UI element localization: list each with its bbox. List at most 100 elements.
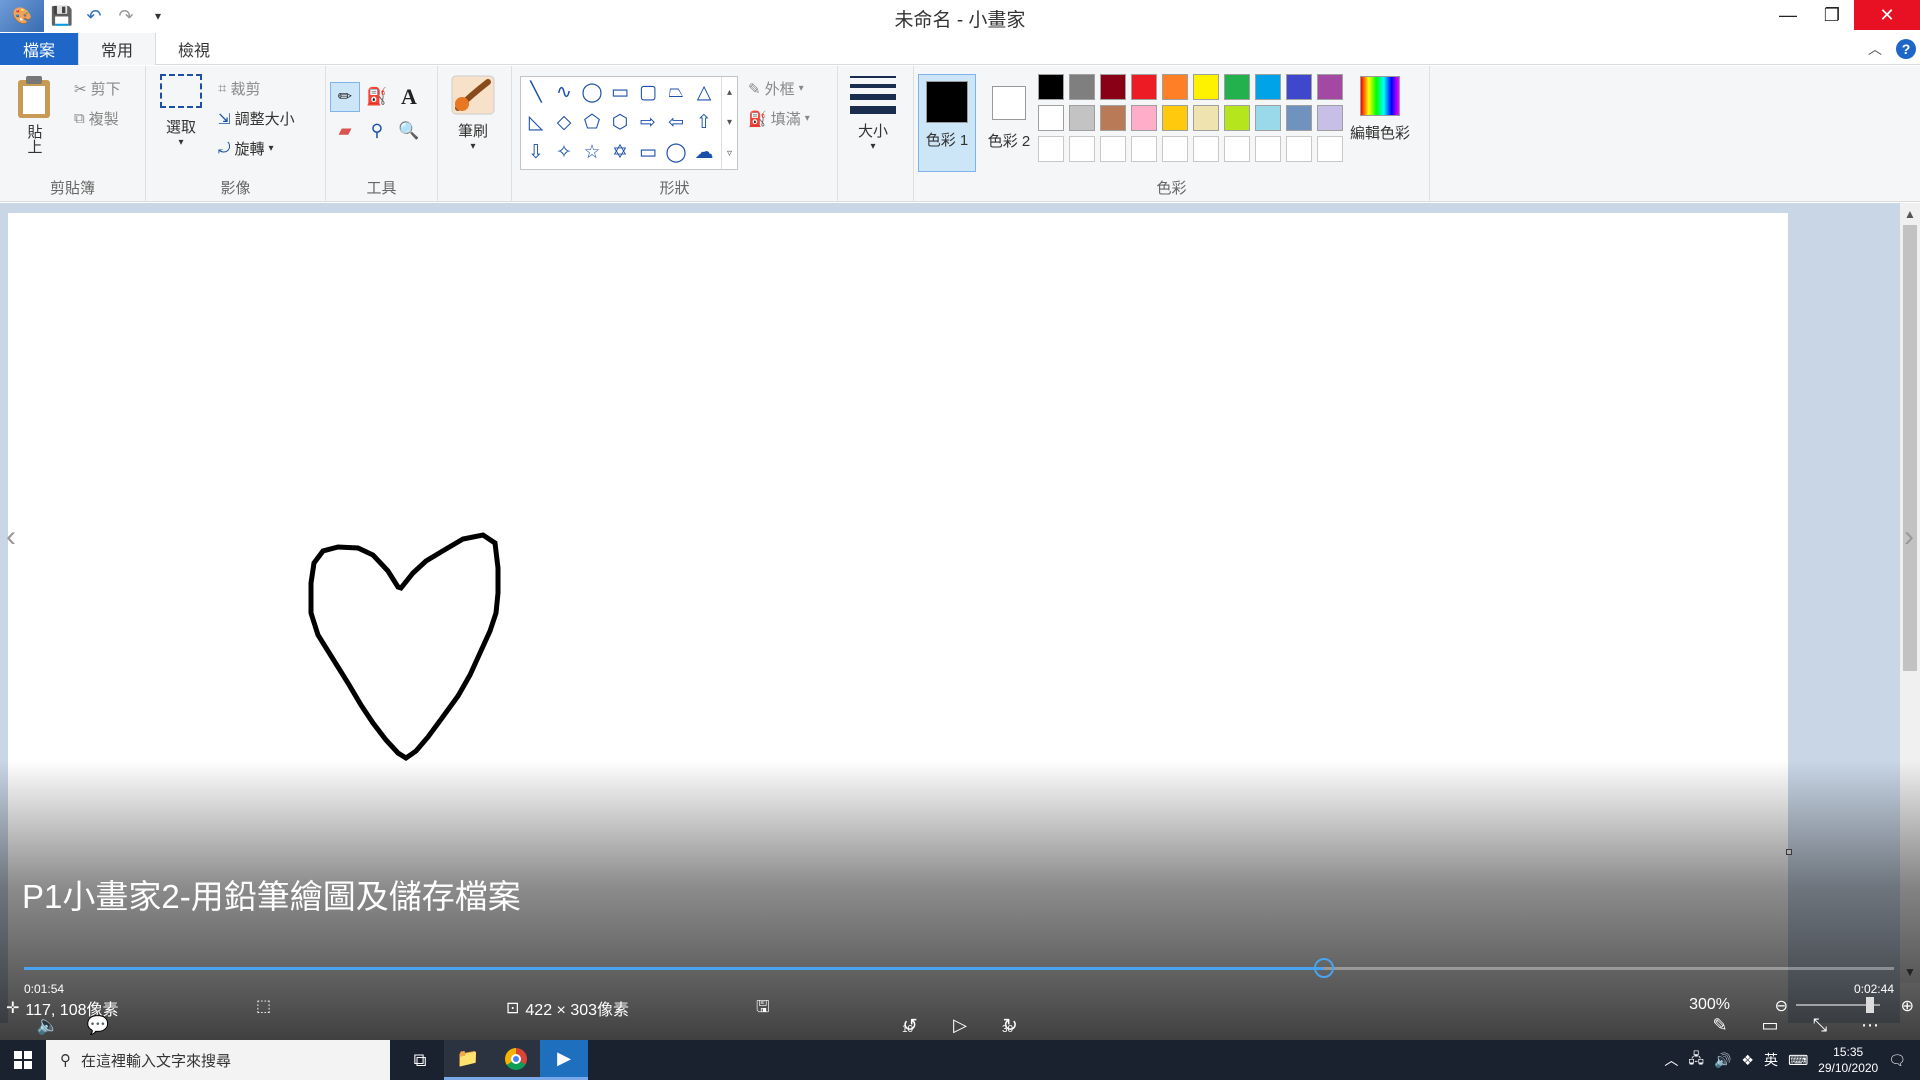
minimize-view-icon[interactable]: ⤡ bbox=[1806, 1012, 1834, 1038]
palette-swatch[interactable] bbox=[1224, 136, 1250, 162]
cut-button[interactable]: ✂ 剪下 bbox=[74, 78, 121, 99]
chrome-icon[interactable] bbox=[492, 1040, 540, 1080]
next-chevron-icon[interactable]: › bbox=[1904, 520, 1914, 554]
cast-icon[interactable]: ▭ bbox=[1756, 1012, 1784, 1038]
palette-swatch[interactable] bbox=[1255, 105, 1281, 131]
resize-button[interactable]: ⇲ 調整大小 bbox=[218, 108, 295, 129]
size-button[interactable]: 大小 ▾ bbox=[850, 76, 896, 152]
palette-swatch[interactable] bbox=[1162, 136, 1188, 162]
tab-file[interactable]: 檔案 bbox=[0, 33, 78, 65]
oval-shape-icon[interactable]: ◯ bbox=[579, 79, 605, 105]
palette-swatch[interactable] bbox=[1224, 105, 1250, 131]
pencil-icon[interactable]: ✏ bbox=[330, 82, 360, 112]
edit-pen-icon[interactable]: ✎ bbox=[1706, 1012, 1734, 1038]
redo-icon[interactable]: ↷ bbox=[112, 2, 140, 30]
palette-swatch[interactable] bbox=[1131, 136, 1157, 162]
palette-swatch[interactable] bbox=[1131, 105, 1157, 131]
tray-chevron-icon[interactable]: ︿ bbox=[1664, 1050, 1678, 1070]
tab-view[interactable]: 檢視 bbox=[156, 33, 232, 65]
notifications-icon[interactable]: 🗨 bbox=[1888, 1052, 1906, 1069]
dropbox-icon[interactable]: ❖ bbox=[1741, 1052, 1754, 1069]
palette-swatch[interactable] bbox=[1317, 105, 1343, 131]
task-view-icon[interactable]: ⧉ bbox=[396, 1040, 444, 1080]
cloud-callout-shape-icon[interactable]: ☁ bbox=[691, 139, 717, 165]
four-point-star-shape-icon[interactable]: ✧ bbox=[551, 139, 577, 165]
file-explorer-icon[interactable]: 📁 bbox=[444, 1040, 492, 1080]
palette-swatch[interactable] bbox=[1162, 105, 1188, 131]
palette-swatch[interactable] bbox=[1255, 74, 1281, 100]
fill-bucket-icon[interactable]: ⛽ bbox=[362, 82, 392, 112]
clock[interactable]: 15:35 29/10/2020 bbox=[1818, 1044, 1878, 1076]
restore-button[interactable]: ❐ bbox=[1810, 0, 1854, 30]
scroll-up-arrow-icon[interactable]: ▲ bbox=[1900, 205, 1920, 223]
palette-swatch[interactable] bbox=[1038, 105, 1064, 131]
palette-swatch[interactable] bbox=[1224, 74, 1250, 100]
eraser-icon[interactable]: ▰ bbox=[330, 116, 360, 146]
media-player-icon[interactable]: ▶ bbox=[540, 1040, 588, 1080]
oval-callout-shape-icon[interactable]: ◯ bbox=[663, 139, 689, 165]
palette-swatch[interactable] bbox=[1131, 74, 1157, 100]
palette-swatch[interactable] bbox=[1038, 136, 1064, 162]
collapse-ribbon-icon[interactable]: ︿ bbox=[1868, 39, 1882, 59]
more-options-icon[interactable]: ⋯ bbox=[1856, 1012, 1884, 1038]
video-progress-knob[interactable] bbox=[1313, 958, 1334, 978]
palette-swatch[interactable] bbox=[1286, 136, 1312, 162]
palette-swatch[interactable] bbox=[1317, 136, 1343, 162]
palette-swatch[interactable] bbox=[1286, 105, 1312, 131]
fill-button[interactable]: ⛽ 填滿 ▾ bbox=[748, 108, 810, 129]
palette-swatch[interactable] bbox=[1100, 105, 1126, 131]
curve-shape-icon[interactable]: ∿ bbox=[551, 79, 577, 105]
close-button[interactable]: ✕ bbox=[1854, 0, 1920, 30]
captions-icon[interactable]: 💬 bbox=[84, 1012, 112, 1038]
palette-swatch[interactable] bbox=[1100, 74, 1126, 100]
palette-swatch[interactable] bbox=[1069, 74, 1095, 100]
play-button[interactable]: ▷ bbox=[946, 1012, 974, 1038]
color-picker-icon[interactable]: ⚲ bbox=[362, 116, 392, 146]
undo-icon[interactable]: ↶ bbox=[80, 2, 108, 30]
scrollbar-thumb[interactable] bbox=[1903, 225, 1917, 671]
palette-swatch[interactable] bbox=[1069, 105, 1095, 131]
rect-callout-shape-icon[interactable]: ▭ bbox=[635, 139, 661, 165]
palette-swatch[interactable] bbox=[1162, 74, 1188, 100]
polygon-shape-icon[interactable]: ⏢ bbox=[663, 79, 689, 105]
select-button[interactable]: 選取 ▾ bbox=[160, 74, 202, 148]
six-point-star-shape-icon[interactable]: ✡ bbox=[607, 139, 633, 165]
diamond-shape-icon[interactable]: ◇ bbox=[551, 109, 577, 135]
magnifier-icon[interactable]: 🔍 bbox=[394, 116, 424, 146]
zoom-slider[interactable] bbox=[1796, 997, 1880, 1013]
triangle-shape-icon[interactable]: △ bbox=[691, 79, 717, 105]
rotate-button[interactable]: ⤾ 旋轉 ▾ bbox=[218, 138, 274, 159]
ime-mode-icon[interactable]: ⌨ bbox=[1788, 1052, 1808, 1069]
speaker-icon[interactable]: 🔊 bbox=[1714, 1052, 1731, 1069]
palette-swatch[interactable] bbox=[1193, 136, 1219, 162]
palette-swatch[interactable] bbox=[1286, 74, 1312, 100]
down-arrow-shape-icon[interactable]: ⇩ bbox=[523, 139, 549, 165]
palette-swatch[interactable] bbox=[1069, 136, 1095, 162]
save-icon[interactable]: 💾 bbox=[48, 2, 76, 30]
edit-colors-button[interactable]: 編輯色彩 bbox=[1350, 76, 1410, 143]
palette-swatch[interactable] bbox=[1193, 74, 1219, 100]
prev-chevron-icon[interactable]: ‹ bbox=[6, 520, 16, 554]
crop-button[interactable]: ⌗ 裁剪 bbox=[218, 78, 260, 99]
right-arrow-shape-icon[interactable]: ⇨ bbox=[635, 109, 661, 135]
tab-home[interactable]: 常用 bbox=[78, 33, 157, 65]
palette-swatch[interactable] bbox=[1193, 105, 1219, 131]
network-icon[interactable]: 🖧 bbox=[1688, 1048, 1704, 1072]
video-progress-bar[interactable] bbox=[24, 958, 1894, 978]
minimize-button[interactable]: — bbox=[1766, 0, 1810, 30]
text-icon[interactable]: A bbox=[394, 82, 424, 112]
up-arrow-shape-icon[interactable]: ⇧ bbox=[691, 109, 717, 135]
brushes-button[interactable]: 筆刷 ▾ bbox=[450, 74, 496, 152]
palette-swatch[interactable] bbox=[1255, 136, 1281, 162]
shapes-scroll[interactable]: ▴ ▾ ▿ bbox=[721, 77, 737, 169]
color2-button[interactable]: 色彩 2 bbox=[980, 74, 1038, 172]
line-shape-icon[interactable]: ╲ bbox=[523, 79, 549, 105]
outline-button[interactable]: ✎ 外框 ▾ bbox=[748, 78, 804, 99]
hexagon-shape-icon[interactable]: ⬡ bbox=[607, 109, 633, 135]
start-button[interactable] bbox=[0, 1040, 46, 1080]
left-arrow-shape-icon[interactable]: ⇦ bbox=[663, 109, 689, 135]
pentagon-shape-icon[interactable]: ⬠ bbox=[579, 109, 605, 135]
five-point-star-shape-icon[interactable]: ☆ bbox=[579, 139, 605, 165]
paint-app-icon[interactable]: 🎨 bbox=[0, 0, 44, 32]
copy-button[interactable]: ⧉ 複製 bbox=[74, 108, 119, 129]
